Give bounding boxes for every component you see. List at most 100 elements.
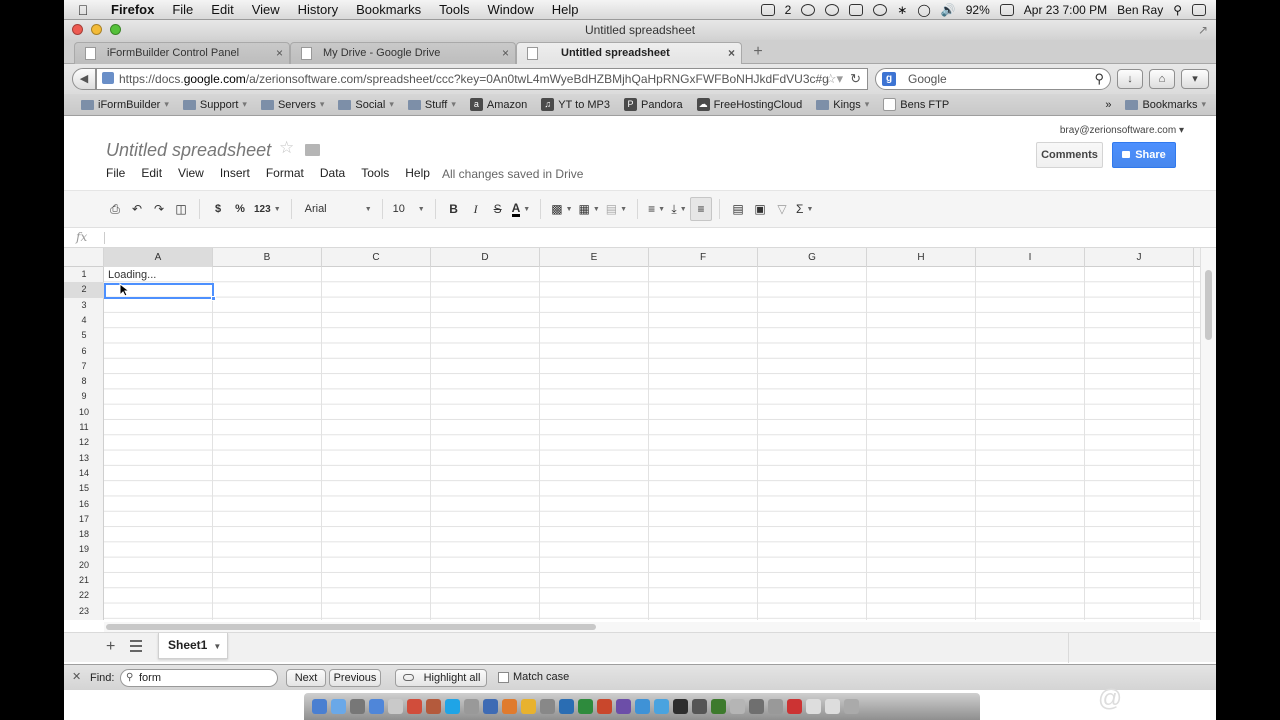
finder-icon[interactable] (312, 699, 327, 714)
horizontal-align-button[interactable]: ≡ ▼ (645, 197, 668, 221)
find-input[interactable]: ⚲ form (120, 669, 278, 687)
column-header-j[interactable]: J (1085, 248, 1194, 267)
vertical-scroll-thumb[interactable] (1205, 270, 1212, 340)
search-bar[interactable]: g Google ⚲ (875, 68, 1111, 90)
row-header[interactable]: 2 (64, 282, 104, 298)
currency-format-button[interactable]: $ (207, 197, 229, 221)
volume-icon[interactable]: 🔊 (941, 3, 956, 17)
column-header-b[interactable]: B (213, 248, 322, 267)
menu-help[interactable]: Help (405, 166, 430, 180)
redo-icon[interactable]: ↷ (148, 197, 170, 221)
home-button[interactable]: ⌂ (1149, 69, 1175, 89)
menubar-edit[interactable]: Edit (202, 2, 242, 17)
firefox-icon[interactable] (502, 699, 517, 714)
comments-button[interactable]: Comments (1036, 142, 1103, 168)
row-header[interactable]: 16 (64, 497, 104, 512)
cell-area[interactable] (104, 267, 1200, 620)
chrome-icon[interactable] (521, 699, 536, 714)
row-header[interactable]: 23 (64, 604, 104, 619)
insert-comment-icon[interactable]: ▤ (727, 197, 749, 221)
battery-percent[interactable]: 92% (966, 3, 990, 17)
bookmarks-menu-button[interactable]: ▾ (1181, 69, 1209, 89)
search-icon[interactable]: ⚲ (1094, 69, 1104, 89)
new-tab-button[interactable]: + (746, 43, 770, 63)
share-button[interactable]: Share (1112, 142, 1176, 168)
app-icon[interactable] (616, 699, 631, 714)
menu-file[interactable]: File (106, 166, 125, 180)
close-tab-icon[interactable]: × (276, 43, 283, 64)
row-header[interactable]: 22 (64, 588, 104, 603)
bookmark-bens-ftp[interactable]: Bens FTP (876, 98, 956, 111)
address-book-icon[interactable] (426, 699, 441, 714)
wrap-text-button[interactable]: ≡ (690, 197, 713, 221)
tab-my-drive[interactable]: My Drive - Google Drive × (290, 42, 516, 64)
wifi-icon[interactable]: ◯ (917, 3, 930, 17)
row-header[interactable]: 15 (64, 481, 104, 496)
print-icon[interactable]: ⎙ (104, 197, 126, 221)
formula-input[interactable] (104, 232, 105, 244)
menubar-view[interactable]: View (243, 2, 289, 17)
menu-tools[interactable]: Tools (361, 166, 389, 180)
spotlight-icon[interactable]: ⚲ (1173, 3, 1182, 17)
vertical-scrollbar[interactable] (1200, 248, 1216, 620)
menubar-file[interactable]: File (163, 2, 202, 17)
url-bar[interactable]: https://docs.google.com/a/zerionsoftware… (96, 68, 868, 90)
bookmark-yt-to-mp3[interactable]: ♫ YT to MP3 (534, 98, 617, 111)
notification-icon[interactable] (1192, 3, 1206, 16)
vertical-align-button[interactable]: ⤓ ▼ (668, 197, 690, 221)
column-header-c[interactable]: C (322, 248, 431, 267)
calendar-icon[interactable] (407, 699, 422, 714)
status-count[interactable]: 2 (785, 3, 792, 17)
bluetooth-icon[interactable]: ∗ (897, 3, 907, 17)
row-header[interactable]: 11 (64, 420, 104, 435)
highlight-all-button[interactable]: Highlight all (395, 669, 487, 687)
undo-icon[interactable]: ↶ (126, 197, 148, 221)
text-color-button[interactable]: A ▼ (509, 197, 534, 221)
row-header[interactable]: 4 (64, 313, 104, 328)
row-header[interactable]: 7 (64, 359, 104, 374)
minimize-window-button[interactable] (91, 24, 102, 35)
trash-icon[interactable] (844, 699, 859, 714)
word-icon[interactable] (559, 699, 574, 714)
tab-untitled-spreadsheet[interactable]: Untitled spreadsheet × (516, 42, 742, 65)
mail-icon[interactable] (388, 699, 403, 714)
menubar-help[interactable]: Help (543, 2, 588, 17)
preview-icon[interactable] (464, 699, 479, 714)
bookmark-freehostingcloud[interactable]: ☁ FreeHostingCloud (690, 98, 810, 111)
row-header[interactable]: 20 (64, 558, 104, 573)
site-identity-icon[interactable] (102, 72, 114, 84)
column-header-h[interactable]: H (867, 248, 976, 267)
row-header[interactable]: 17 (64, 512, 104, 527)
menu-format[interactable]: Format (266, 166, 304, 180)
menubar-window[interactable]: Window (479, 2, 543, 17)
document-title[interactable]: Untitled spreadsheet (106, 140, 271, 161)
strikethrough-button[interactable]: S (487, 197, 509, 221)
menu-data[interactable]: Data (320, 166, 345, 180)
find-next-button[interactable]: Next (286, 669, 326, 687)
checkbox-box[interactable] (498, 671, 509, 683)
skype-icon[interactable] (445, 699, 460, 714)
column-header-i[interactable]: I (976, 248, 1085, 267)
row-header[interactable]: 18 (64, 527, 104, 542)
find-previous-button[interactable]: Previous (329, 669, 381, 687)
battery-icon[interactable] (999, 3, 1014, 16)
font-family-select[interactable]: Arial ▼ (299, 197, 375, 221)
bold-button[interactable]: B (443, 197, 465, 221)
battery-status-icon[interactable] (849, 3, 864, 16)
bookmark-folder-servers[interactable]: Servers ▾ (254, 99, 331, 111)
mission-control-icon[interactable] (350, 699, 365, 714)
dashboard-icon[interactable] (331, 699, 346, 714)
italic-button[interactable]: I (465, 197, 487, 221)
star-icon[interactable]: ☆ (279, 138, 294, 158)
app-icon[interactable] (540, 699, 555, 714)
horizontal-scroll-thumb[interactable] (106, 624, 596, 630)
app-icon[interactable] (749, 699, 764, 714)
paint-format-icon[interactable]: ◫ (170, 197, 192, 221)
column-header-f[interactable]: F (649, 248, 758, 267)
app-icon[interactable] (635, 699, 650, 714)
app-icon[interactable] (711, 699, 726, 714)
close-tab-icon[interactable]: × (502, 43, 509, 64)
row-header[interactable]: 9 (64, 389, 104, 404)
menubar-app-name[interactable]: Firefox (102, 2, 163, 17)
screen-icon[interactable] (760, 3, 775, 16)
